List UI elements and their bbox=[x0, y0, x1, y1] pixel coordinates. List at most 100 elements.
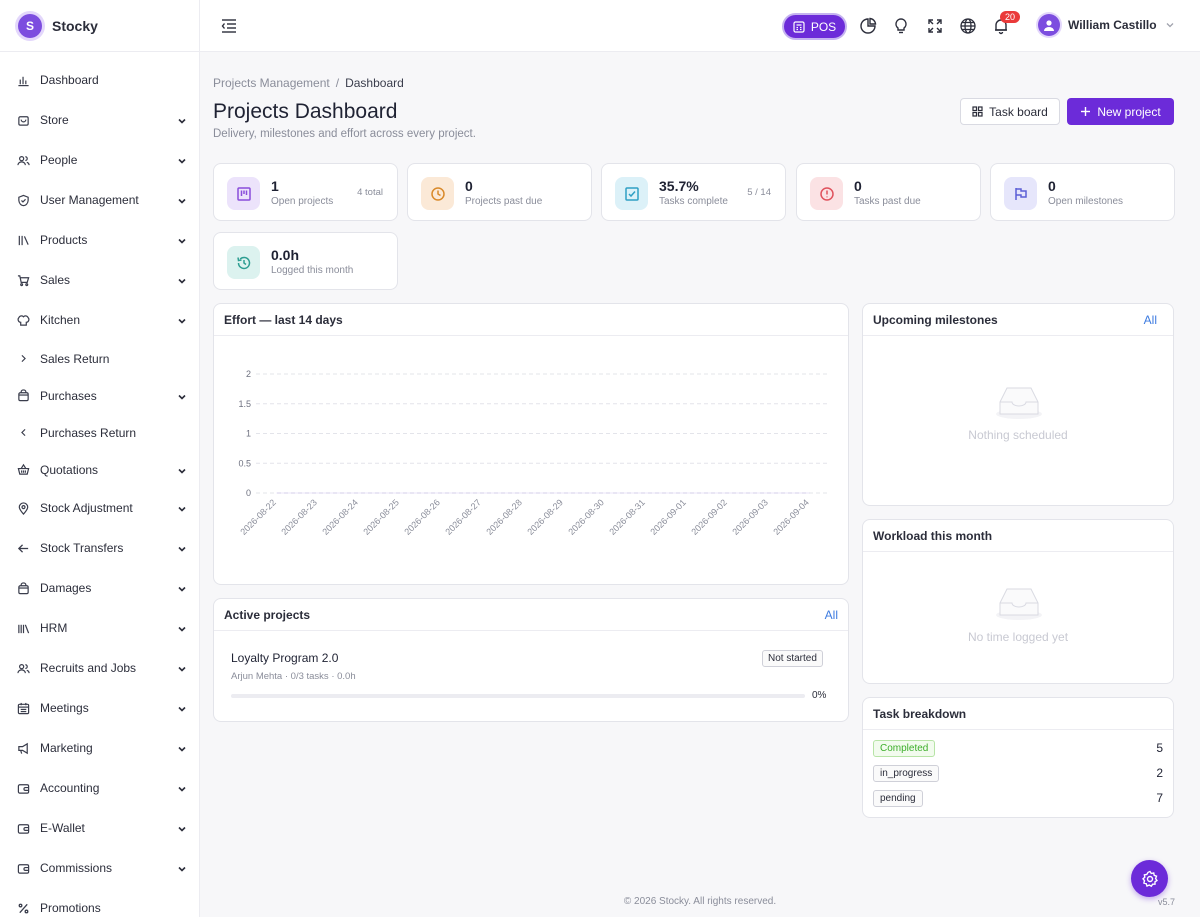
breadcrumb-parent[interactable]: Projects Management bbox=[213, 76, 330, 90]
active-projects-title: Active projects bbox=[224, 607, 311, 622]
workload-header: Workload this month bbox=[863, 520, 1173, 552]
pos-button[interactable]: POS bbox=[782, 13, 847, 40]
sidebar-item-promotions[interactable]: Promotions bbox=[0, 888, 199, 917]
stat-value: 0.0h bbox=[271, 247, 300, 263]
sidebar-item-products[interactable]: Products bbox=[0, 220, 199, 260]
sidebar-item-e-wallet[interactable]: E-Wallet bbox=[0, 808, 199, 848]
lightbulb-icon[interactable] bbox=[892, 17, 910, 35]
sidebar-item-sales-return[interactable]: Sales Return bbox=[0, 340, 199, 377]
y-tick-label: 2 bbox=[246, 369, 251, 379]
x-tick-label: 2026-08-31 bbox=[607, 497, 647, 537]
sidebar-item-label: Purchases bbox=[40, 388, 97, 403]
percent-icon bbox=[16, 901, 30, 915]
chevron-down-icon bbox=[1166, 23, 1174, 28]
task-breakdown-card: Task breakdown Completed 5 in_progress 2… bbox=[862, 697, 1174, 818]
task-breakdown-row: Completed 5 bbox=[873, 739, 1163, 757]
gear-icon bbox=[1141, 870, 1158, 887]
sidebar-item-damages[interactable]: Damages bbox=[0, 568, 199, 608]
sidebar-item-user-management[interactable]: User Management bbox=[0, 180, 199, 220]
stat-label: Projects past due bbox=[465, 196, 543, 207]
sidebar-item-meetings[interactable]: Meetings bbox=[0, 688, 199, 728]
sidebar-item-label: Stock Transfers bbox=[40, 541, 124, 555]
store-icon bbox=[16, 113, 30, 127]
stat-label: Open projects bbox=[271, 196, 334, 207]
sidebar-item-commissions[interactable]: Commissions bbox=[0, 848, 199, 888]
breadcrumb-separator: / bbox=[335, 76, 340, 90]
stat-card-tasks-past-due: 0 Tasks past due bbox=[796, 163, 981, 221]
brand-name: Stocky bbox=[52, 17, 98, 34]
grid-icon bbox=[972, 106, 983, 117]
stat-value: 0 bbox=[1048, 178, 1056, 194]
stat-value: 35.7% bbox=[659, 178, 699, 194]
page-subtitle: Delivery, milestones and effort across e… bbox=[213, 128, 476, 140]
sidebar-item-kitchen[interactable]: Kitchen bbox=[0, 300, 199, 340]
status-badge: pending bbox=[873, 789, 923, 807]
sidebar-item-stock-transfers[interactable]: Stock Transfers bbox=[0, 528, 199, 568]
globe-icon[interactable] bbox=[959, 17, 977, 35]
chevron-down-icon bbox=[177, 703, 187, 713]
stat-label: Tasks complete bbox=[659, 196, 728, 207]
sidebar-item-hrm[interactable]: HRM bbox=[0, 608, 199, 648]
sidebar-item-label: Kitchen bbox=[40, 313, 81, 327]
stat-card-projects-past-due: 0 Projects past due bbox=[407, 163, 592, 221]
milestones-all-link[interactable]: All bbox=[1144, 313, 1157, 327]
chevron-down-icon bbox=[177, 863, 187, 873]
workload-card: Workload this month No time logged yet bbox=[862, 519, 1174, 684]
fullscreen-icon[interactable] bbox=[926, 17, 944, 35]
x-tick-label: 2026-09-02 bbox=[689, 497, 729, 537]
bag-icon bbox=[16, 389, 30, 403]
y-tick-label: 1.5 bbox=[238, 399, 251, 409]
brand[interactable]: S Stocky bbox=[0, 0, 199, 52]
task-breakdown-title: Task breakdown bbox=[873, 706, 967, 721]
sidebar-item-people[interactable]: People bbox=[0, 140, 199, 180]
sidebar-item-accounting[interactable]: Accounting bbox=[0, 768, 199, 808]
menu-toggle-icon[interactable] bbox=[220, 17, 238, 35]
x-tick-label: 2026-09-03 bbox=[730, 497, 770, 537]
chevron-right-icon bbox=[16, 352, 30, 366]
sidebar-item-store[interactable]: Store bbox=[0, 100, 199, 140]
status-badge: Completed bbox=[873, 739, 936, 757]
milestones-empty-text: Nothing scheduled bbox=[968, 428, 1068, 442]
stat-card-open-projects: 1 Open projects 4 total bbox=[213, 163, 398, 221]
sidebar-item-label: Commissions bbox=[40, 861, 113, 875]
active-projects-card: Active projects All Loyalty Program 2.0 … bbox=[213, 598, 849, 722]
sidebar-item-label: Quotations bbox=[40, 462, 99, 477]
effort-card-title: Effort — last 14 days bbox=[214, 304, 848, 336]
sidebar-item-marketing[interactable]: Marketing bbox=[0, 728, 199, 768]
project-name[interactable]: Loyalty Program 2.0 bbox=[231, 651, 338, 665]
chevron-down-icon bbox=[177, 155, 187, 165]
breadcrumb-current: Dashboard bbox=[345, 76, 404, 90]
sidebar-item-label: E-Wallet bbox=[40, 821, 85, 835]
sidebar-item-label: User Management bbox=[40, 193, 139, 207]
register-icon bbox=[793, 20, 805, 33]
active-projects-all-link[interactable]: All bbox=[825, 608, 838, 622]
topbar: POS 20 William Castillo bbox=[200, 0, 1200, 52]
pie-chart-icon[interactable] bbox=[859, 17, 877, 35]
user-menu[interactable]: William Castillo bbox=[1038, 14, 1175, 36]
sidebar-item-sales[interactable]: Sales bbox=[0, 260, 199, 300]
sidebar-item-purchases-return[interactable]: Purchases Return bbox=[0, 414, 199, 451]
new-project-button[interactable]: New project bbox=[1067, 98, 1174, 125]
sidebar-item-purchases[interactable]: Purchases bbox=[0, 377, 199, 414]
sidebar-item-dashboard[interactable]: Dashboard bbox=[0, 60, 199, 100]
status-count: 5 bbox=[1156, 741, 1163, 755]
sidebar-item-quotations[interactable]: Quotations bbox=[0, 451, 199, 488]
chevron-down-icon bbox=[177, 235, 187, 245]
sidebar-item-stock-adjustment[interactable]: Stock Adjustment bbox=[0, 488, 199, 528]
settings-button[interactable] bbox=[1131, 860, 1168, 897]
stat-aux: 5 / 14 bbox=[747, 187, 771, 198]
sidebar-item-label: Store bbox=[40, 113, 69, 127]
chef-hat-icon bbox=[16, 313, 30, 327]
x-tick-label: 2026-08-28 bbox=[484, 497, 524, 537]
x-tick-label: 2026-08-24 bbox=[320, 497, 360, 537]
checkbox-icon bbox=[615, 177, 648, 210]
status-count: 2 bbox=[1156, 766, 1163, 780]
task-board-button[interactable]: Task board bbox=[960, 98, 1060, 125]
project-progress-percent: 0% bbox=[812, 690, 827, 701]
sidebar-item-recruits-and-jobs[interactable]: Recruits and Jobs bbox=[0, 648, 199, 688]
sidebar-item-label: Products bbox=[40, 233, 88, 247]
shield-icon bbox=[16, 193, 30, 207]
task-breakdown-row: in_progress 2 bbox=[873, 764, 1163, 782]
cart-icon bbox=[16, 273, 30, 287]
x-tick-label: 2026-08-29 bbox=[525, 497, 565, 537]
